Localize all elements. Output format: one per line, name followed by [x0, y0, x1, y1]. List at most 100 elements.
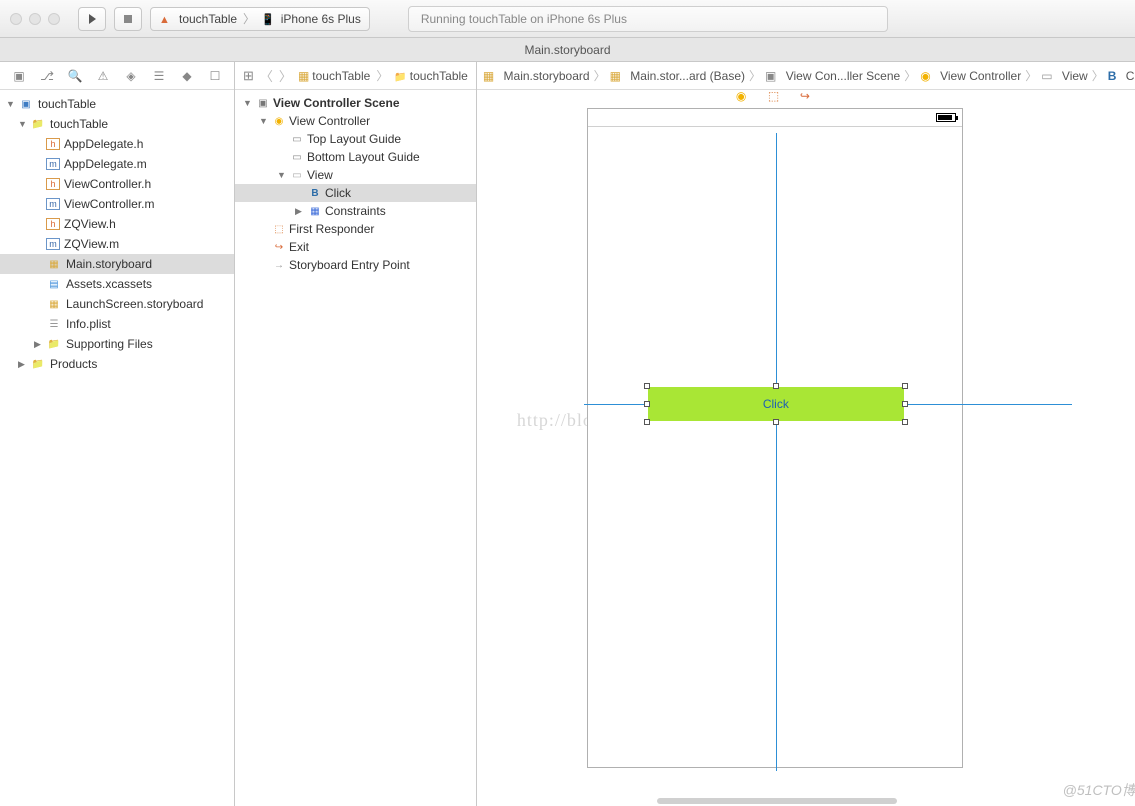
- view-icon: [289, 170, 305, 181]
- plist-file-icon: [46, 317, 62, 331]
- file-viewcontroller-m[interactable]: ViewController.m: [0, 194, 234, 214]
- first-responder-icon: [271, 224, 287, 235]
- navigator-panel: ▣ ⎇ 🔍 ⚠ ◈ ☰ ◆ ☐ touchTable touchTable Ap…: [0, 62, 235, 806]
- button-icon: [307, 188, 323, 199]
- file-viewcontroller-h[interactable]: ViewController.h: [0, 174, 234, 194]
- group-touchtable[interactable]: touchTable: [0, 114, 234, 134]
- view-controller-dock-icon[interactable]: [736, 90, 750, 103]
- outline-bottom-layout-guide[interactable]: Bottom Layout Guide: [235, 148, 476, 166]
- scheme-target-label: touchTable: [179, 12, 237, 26]
- resize-handle[interactable]: [644, 383, 650, 389]
- file-main-storyboard[interactable]: Main.storyboard: [0, 254, 234, 274]
- scene-icon: ▣: [765, 69, 776, 83]
- window-traffic-lights: [10, 13, 60, 25]
- view-controller-icon: [271, 116, 287, 127]
- file-zqview-m[interactable]: ZQView.m: [0, 234, 234, 254]
- assets-file-icon: [46, 277, 62, 291]
- exit-icon: [271, 242, 287, 253]
- layout-guide-icon: [289, 134, 305, 145]
- horizontal-scrollbar[interactable]: [657, 798, 897, 804]
- view-icon: ▭: [1041, 69, 1052, 83]
- find-navigator-icon[interactable]: 🔍: [68, 69, 82, 83]
- resize-handle[interactable]: [902, 383, 908, 389]
- navigator-selector: ▣ ⎇ 🔍 ⚠ ◈ ☰ ◆ ☐: [0, 62, 234, 90]
- outline-view-controller[interactable]: View Controller: [235, 112, 476, 130]
- storyboard-icon: ▦: [483, 69, 494, 83]
- zoom-window-icon[interactable]: [48, 13, 60, 25]
- breakpoint-navigator-icon[interactable]: ◆: [180, 69, 194, 83]
- file-appdelegate-h[interactable]: AppDelegate.h: [0, 134, 234, 154]
- related-items-icon[interactable]: [243, 68, 254, 84]
- battery-icon: [936, 113, 956, 122]
- scheme-selector[interactable]: touchTable 〉 iPhone 6s Plus: [150, 7, 370, 31]
- header-file-icon: [46, 178, 60, 190]
- header-file-icon: [46, 218, 60, 230]
- storyboard-icon: ▦: [610, 69, 621, 83]
- click-button[interactable]: Click: [648, 387, 904, 421]
- exit-dock-icon[interactable]: [800, 90, 814, 103]
- entry-point-icon: [271, 260, 287, 271]
- status-text: Running touchTable on iPhone 6s Plus: [421, 12, 627, 26]
- forward-icon[interactable]: 〉: [279, 66, 292, 85]
- file-info-plist[interactable]: Info.plist: [0, 314, 234, 334]
- scene-dock[interactable]: [588, 90, 962, 103]
- status-bar: [588, 109, 962, 127]
- storyboard-file-icon: [46, 297, 62, 311]
- outline-click-button[interactable]: Click: [235, 184, 476, 202]
- impl-file-icon: [46, 158, 60, 170]
- file-appdelegate-m[interactable]: AppDelegate.m: [0, 154, 234, 174]
- folder-icon: [30, 117, 46, 131]
- minimize-window-icon[interactable]: [29, 13, 41, 25]
- outline-view[interactable]: View: [235, 166, 476, 184]
- test-navigator-icon[interactable]: ◈: [124, 69, 138, 83]
- storyboard-file-icon: [46, 257, 62, 271]
- outline-first-responder[interactable]: First Responder: [235, 220, 476, 238]
- app-icon: [159, 12, 173, 26]
- group-supporting-files[interactable]: Supporting Files: [0, 334, 234, 354]
- outline-scene[interactable]: View Controller Scene: [235, 94, 476, 112]
- device-icon: [261, 12, 275, 26]
- group-products[interactable]: Products: [0, 354, 234, 374]
- document-outline-panel: 〈 〉 touchTable 〉 touchTable View Control…: [235, 62, 477, 806]
- editor-jump-bar[interactable]: ▦ Main.storyboard〉 ▦ Main.stor...ard (Ba…: [477, 62, 1135, 90]
- outline-constraints[interactable]: Constraints: [235, 202, 476, 220]
- outline-jump-bar[interactable]: 〈 〉 touchTable 〉 touchTable: [235, 62, 476, 90]
- resize-handle[interactable]: [644, 401, 650, 407]
- editor-tab-bar: Main.storyboard: [0, 38, 1135, 62]
- report-navigator-icon[interactable]: ☐: [208, 69, 222, 83]
- resize-handle[interactable]: [644, 419, 650, 425]
- constraints-icon: [307, 206, 323, 217]
- project-root[interactable]: touchTable: [0, 94, 234, 114]
- canvas[interactable]: http://blog.csdn.net/ Click: [477, 90, 1135, 806]
- issue-navigator-icon[interactable]: ⚠: [96, 69, 110, 83]
- file-zqview-h[interactable]: ZQView.h: [0, 214, 234, 234]
- chevron-right-icon: 〉: [243, 10, 255, 27]
- source-control-navigator-icon[interactable]: ⎇: [40, 69, 54, 83]
- close-window-icon[interactable]: [10, 13, 22, 25]
- resize-handle[interactable]: [902, 419, 908, 425]
- file-assets[interactable]: Assets.xcassets: [0, 274, 234, 294]
- project-navigator-icon[interactable]: ▣: [12, 69, 26, 83]
- file-launchscreen[interactable]: LaunchScreen.storyboard: [0, 294, 234, 314]
- stop-button[interactable]: [114, 7, 142, 31]
- back-icon[interactable]: 〈: [260, 66, 273, 85]
- device-frame[interactable]: Click: [587, 108, 963, 768]
- run-button[interactable]: [78, 7, 106, 31]
- folder-icon: [46, 337, 62, 351]
- resize-handle[interactable]: [902, 401, 908, 407]
- active-tab-title[interactable]: Main.storyboard: [524, 43, 610, 57]
- outline-entry-point[interactable]: Storyboard Entry Point: [235, 256, 476, 274]
- resize-handle[interactable]: [773, 383, 779, 389]
- button-icon: B: [1108, 69, 1117, 83]
- outline-top-layout-guide[interactable]: Top Layout Guide: [235, 130, 476, 148]
- impl-file-icon: [46, 238, 60, 250]
- resize-handle[interactable]: [773, 419, 779, 425]
- scene-icon: [255, 98, 271, 109]
- toolbar: touchTable 〉 iPhone 6s Plus Running touc…: [0, 0, 1135, 38]
- debug-navigator-icon[interactable]: ☰: [152, 69, 166, 83]
- project-tree: touchTable touchTable AppDelegate.h AppD…: [0, 90, 234, 806]
- first-responder-dock-icon[interactable]: [768, 90, 782, 103]
- storyboard-icon: [298, 69, 309, 83]
- outline-exit[interactable]: Exit: [235, 238, 476, 256]
- header-file-icon: [46, 138, 60, 150]
